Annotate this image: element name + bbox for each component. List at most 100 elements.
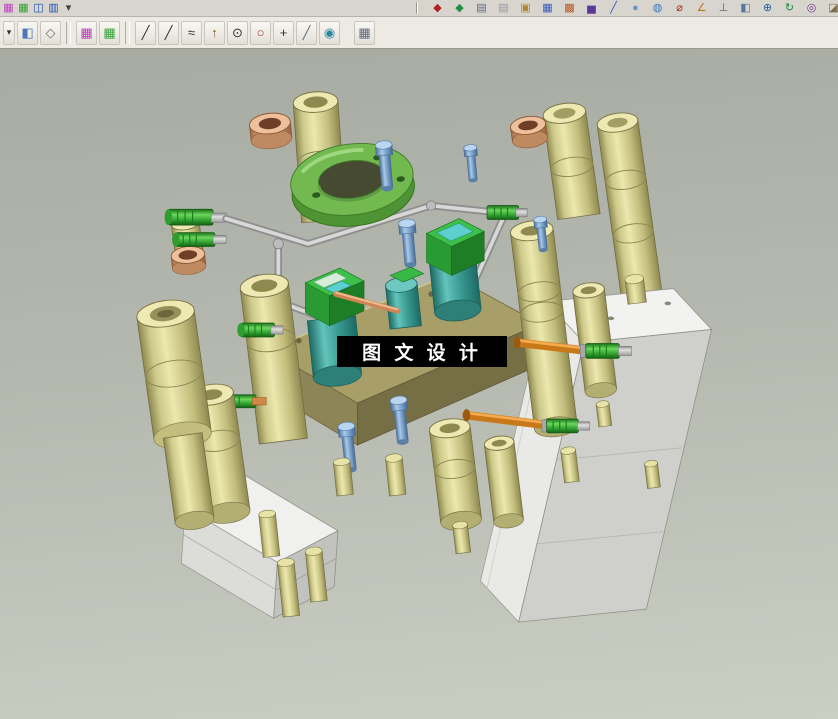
color-palette-icon[interactable]: ▩ bbox=[563, 1, 576, 15]
guide-bushing-top-left[interactable] bbox=[248, 111, 293, 151]
table-grid-icon[interactable]: ▦ bbox=[541, 1, 554, 15]
wireframe-view-icon-glyph: ◇ bbox=[45, 25, 56, 40]
viewport[interactable]: 图 文 设 计 bbox=[0, 49, 838, 719]
grid-toggle-icon[interactable]: ▦ bbox=[354, 20, 375, 45]
guide-pillar-center-left[interactable] bbox=[239, 272, 308, 445]
snap-enable-grid-icon[interactable]: ▦ bbox=[99, 20, 120, 45]
view-panel-icon-glyph: ▥ bbox=[48, 1, 59, 14]
angle-measure-icon[interactable]: ∠ bbox=[695, 1, 708, 15]
hose-fitting-left-1[interactable] bbox=[164, 208, 227, 226]
folder-icon-glyph: ▣ bbox=[520, 1, 531, 14]
guide-pillar-top-right[interactable] bbox=[542, 101, 601, 221]
main-toolbar-left-group: ▦ ▦ ◫ ▥ ▾ bbox=[2, 1, 75, 15]
quick-pick-icon[interactable]: ◉ bbox=[319, 20, 340, 45]
globe-icon[interactable]: ◍ bbox=[651, 1, 664, 15]
wcs-icon-glyph: ⊕ bbox=[762, 1, 773, 14]
globe-icon-glyph: ◍ bbox=[652, 1, 663, 14]
red-part-icon-glyph: ◆ bbox=[433, 1, 442, 14]
shaded-view-icon-glyph: ◧ bbox=[21, 25, 34, 40]
datum-plane-icon-glyph: ⊥ bbox=[718, 1, 729, 14]
sketch-spline-icon-glyph: ≈ bbox=[187, 25, 196, 40]
shaded-view-icon[interactable]: ◧ bbox=[17, 20, 38, 45]
render-style-icon[interactable]: ◪ bbox=[827, 1, 838, 15]
wireframe-view-icon[interactable]: ◇ bbox=[40, 20, 61, 45]
snap-point-grid-icon[interactable]: ▦ bbox=[76, 20, 97, 45]
toolbar-grip[interactable] bbox=[416, 2, 418, 14]
sphere-icon-glyph: ● bbox=[632, 1, 639, 14]
scene-display-icon[interactable]: ▦ bbox=[2, 1, 15, 15]
window-split-icon[interactable]: ◫ bbox=[32, 1, 45, 15]
model-canvas[interactable] bbox=[0, 49, 838, 719]
guide-bushing-top-right[interactable] bbox=[509, 114, 548, 150]
sketch-spline-icon[interactable]: ≈ bbox=[181, 20, 202, 45]
sketch-line-icon[interactable]: ╱ bbox=[135, 20, 156, 45]
display-dropdown-icon-glyph: ▾ bbox=[65, 1, 72, 14]
sketch-line-icon-glyph: ╱ bbox=[141, 25, 150, 40]
quick-pick-icon-glyph: ◉ bbox=[323, 25, 336, 40]
datum-axis-icon[interactable]: ↑ bbox=[204, 20, 225, 45]
view-panel-icon[interactable]: ▥ bbox=[47, 1, 60, 15]
guide-pillar-center-bottom[interactable] bbox=[428, 417, 482, 533]
line-point-icon[interactable]: ╱ bbox=[296, 20, 317, 45]
cap-screw-3[interactable] bbox=[398, 218, 419, 268]
ejector-pin-center-1[interactable] bbox=[385, 453, 407, 497]
red-part-icon[interactable]: ◆ bbox=[431, 1, 444, 15]
watermark: 图 文 设 计 bbox=[337, 336, 507, 367]
sphere-icon[interactable]: ● bbox=[629, 1, 642, 15]
support-stub-right-top[interactable] bbox=[624, 273, 647, 305]
window-split-icon-glyph: ◫ bbox=[33, 1, 44, 14]
hose-fitting-left-2[interactable] bbox=[172, 232, 227, 247]
datum-axis-icon-glyph: ↑ bbox=[211, 25, 218, 40]
diagonal-line-icon-glyph: ╱ bbox=[610, 1, 617, 14]
render-style-icon-glyph: ◪ bbox=[828, 1, 838, 14]
view-dropdown-icon-glyph: ▾ bbox=[6, 27, 12, 37]
section-view-icon-glyph: ◧ bbox=[740, 1, 751, 14]
folder-icon[interactable]: ▣ bbox=[519, 1, 532, 15]
camera-view-icon[interactable]: ◎ bbox=[805, 1, 818, 15]
display-dropdown-icon[interactable]: ▾ bbox=[62, 1, 75, 15]
sketch-profile-icon[interactable]: ╱ bbox=[158, 20, 179, 45]
layout-grid-icon-glyph: ▦ bbox=[18, 1, 29, 14]
camera-view-icon-glyph: ◎ bbox=[806, 1, 817, 14]
ejector-pin-center-2[interactable] bbox=[333, 457, 354, 497]
green-part-icon-glyph: ◆ bbox=[455, 1, 464, 14]
main-toolbar-right-icons: ◆ ◆ ▤ ▤ ▣ ▦ ▩ ▅ ╱ ● ◍ ⌀ ∠ ⊥ ◧ ⊕ ↻ ◎ ◪ bbox=[431, 1, 838, 15]
core-cylinder-middle[interactable] bbox=[385, 276, 422, 330]
document-icon-glyph: ▤ bbox=[476, 1, 487, 14]
section-view-icon[interactable]: ◧ bbox=[739, 1, 752, 15]
refresh-view-icon-glyph: ↻ bbox=[784, 1, 795, 14]
snap-enable-grid-icon-glyph: ▦ bbox=[103, 25, 116, 40]
view-dropdown-icon[interactable]: ▾ bbox=[3, 20, 15, 45]
cap-screw-2[interactable] bbox=[463, 144, 479, 183]
datum-plane-icon[interactable]: ⊥ bbox=[717, 1, 730, 15]
sketch-toolbar: ▾ ◧ ◇ ▦ ▦ ╱ ╱ ≈ ↑ ⊙ ○ + ╱ ◉ ▦ bbox=[0, 17, 838, 49]
cad-application-window: ▦ ▦ ◫ ▥ ▾ ◆ ◆ ▤ ▤ ▣ ▦ ▩ ▅ ╱ ● ◍ ⌀ ∠ ⊥ ◧ ⊕ ↻ ◎ ◪ ▾ ◧ ◇ ▦ ▦ ╱ ╱ ≈ ↑ ⊙ ○ + ╱ ◉… bbox=[0, 0, 838, 719]
green-part-icon[interactable]: ◆ bbox=[453, 1, 466, 15]
main-toolbar: ▦ ▦ ◫ ▥ ▾ ◆ ◆ ▤ ▤ ▣ ▦ ▩ ▅ ╱ ● ◍ ⌀ ∠ ⊥ ◧ ⊕ ↻ ◎ ◪ bbox=[0, 0, 838, 17]
point-tool-icon[interactable]: + bbox=[273, 20, 294, 45]
document-copy-icon[interactable]: ▤ bbox=[497, 1, 510, 15]
document-icon[interactable]: ▤ bbox=[475, 1, 488, 15]
circle-center-icon[interactable]: ⊙ bbox=[227, 20, 248, 45]
point-tool-icon-glyph: + bbox=[279, 25, 288, 40]
histogram-icon[interactable]: ▅ bbox=[585, 1, 598, 15]
angle-measure-icon-glyph: ∠ bbox=[696, 1, 707, 14]
diagonal-line-icon[interactable]: ╱ bbox=[607, 1, 620, 15]
hose-fitting-top-right[interactable] bbox=[486, 205, 528, 220]
diameter-icon[interactable]: ⌀ bbox=[673, 1, 686, 15]
wcs-icon[interactable]: ⊕ bbox=[761, 1, 774, 15]
refresh-view-icon[interactable]: ↻ bbox=[783, 1, 796, 15]
layout-grid-icon[interactable]: ▦ bbox=[17, 1, 30, 15]
toolbar-separator bbox=[125, 21, 130, 44]
circle-center-icon-glyph: ⊙ bbox=[232, 25, 243, 40]
sketch-profile-icon-glyph: ╱ bbox=[164, 25, 173, 40]
line-point-icon-glyph: ╱ bbox=[302, 25, 311, 40]
color-palette-icon-glyph: ▩ bbox=[564, 1, 575, 14]
diameter-icon-glyph: ⌀ bbox=[676, 1, 683, 14]
main-toolbar-right-group: ◆ ◆ ▤ ▤ ▣ ▦ ▩ ▅ ╱ ● ◍ ⌀ ∠ ⊥ ◧ ⊕ ↻ ◎ ◪ bbox=[412, 1, 838, 15]
document-copy-icon-glyph: ▤ bbox=[498, 1, 509, 14]
table-grid-icon-glyph: ▦ bbox=[542, 1, 553, 14]
scene-display-icon-glyph: ▦ bbox=[3, 1, 14, 14]
snap-point-grid-icon-glyph: ▦ bbox=[80, 25, 93, 40]
sketch-circle-icon[interactable]: ○ bbox=[250, 20, 271, 45]
